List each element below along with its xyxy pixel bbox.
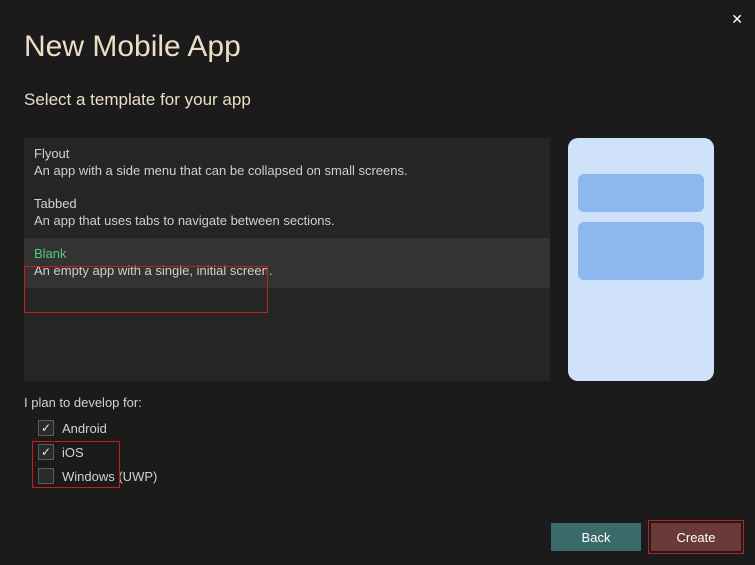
template-desc: An app with a side menu that can be coll… — [34, 163, 540, 178]
template-item-flyout[interactable]: Flyout An app with a side menu that can … — [24, 138, 550, 188]
preview-block — [578, 222, 704, 280]
preview-block — [578, 174, 704, 212]
checkbox-icon — [38, 420, 54, 436]
template-desc: An app that uses tabs to navigate betwee… — [34, 213, 540, 228]
create-button[interactable]: Create — [651, 523, 741, 551]
dialog-footer: Back Create — [551, 523, 741, 551]
template-item-blank[interactable]: Blank An empty app with a single, initia… — [24, 238, 550, 288]
template-item-tabbed[interactable]: Tabbed An app that uses tabs to navigate… — [24, 188, 550, 238]
platform-ios[interactable]: iOS — [24, 440, 731, 464]
checkbox-icon — [38, 444, 54, 460]
template-desc: An empty app with a single, initial scre… — [34, 263, 540, 278]
template-name: Tabbed — [34, 196, 540, 211]
dialog-subtitle: Select a template for your app — [24, 90, 731, 110]
template-list: Flyout An app with a side menu that can … — [24, 138, 550, 381]
template-preview — [568, 138, 714, 381]
develop-for-label: I plan to develop for: — [24, 395, 731, 410]
checkbox-icon — [38, 468, 54, 484]
platform-windows[interactable]: Windows (UWP) — [24, 464, 731, 488]
platform-android[interactable]: Android — [24, 416, 731, 440]
template-name: Blank — [34, 246, 540, 261]
platform-label: Windows (UWP) — [62, 469, 157, 484]
platform-label: iOS — [62, 445, 84, 460]
template-name: Flyout — [34, 146, 540, 161]
dialog-title: New Mobile App — [24, 30, 731, 64]
close-icon[interactable]: ✕ — [731, 12, 743, 26]
back-button[interactable]: Back — [551, 523, 641, 551]
platform-label: Android — [62, 421, 107, 436]
